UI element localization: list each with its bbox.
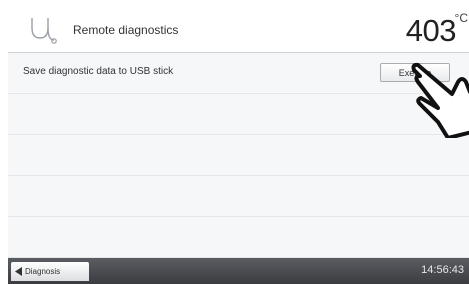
clock: 14:56:43 xyxy=(421,264,464,276)
temperature-unit: °C xyxy=(454,11,468,25)
temperature-readout: 403 xyxy=(405,13,457,48)
list-item xyxy=(8,135,469,176)
back-button-label: Diagnosis xyxy=(25,267,61,276)
stethoscope-icon xyxy=(31,18,57,44)
pointing-hand-icon xyxy=(411,62,469,138)
list-item xyxy=(8,217,469,258)
list-item: Save diagnostic data to USB stick Execut… xyxy=(8,53,469,94)
list-item xyxy=(8,94,469,135)
row-label: Save diagnostic data to USB stick xyxy=(23,66,174,77)
back-button[interactable]: Diagnosis xyxy=(11,262,89,281)
back-arrow-icon xyxy=(15,267,22,276)
function-list: Save diagnostic data to USB stick Execut… xyxy=(8,53,469,258)
header-bar: Remote diagnostics 403 °C xyxy=(8,6,469,53)
footer-bar: Diagnosis 14:56:43 xyxy=(8,258,469,284)
device-screen: Remote diagnostics 403 °C Save diagnosti… xyxy=(0,0,469,284)
list-item xyxy=(8,176,469,217)
page-title: Remote diagnostics xyxy=(73,23,179,37)
